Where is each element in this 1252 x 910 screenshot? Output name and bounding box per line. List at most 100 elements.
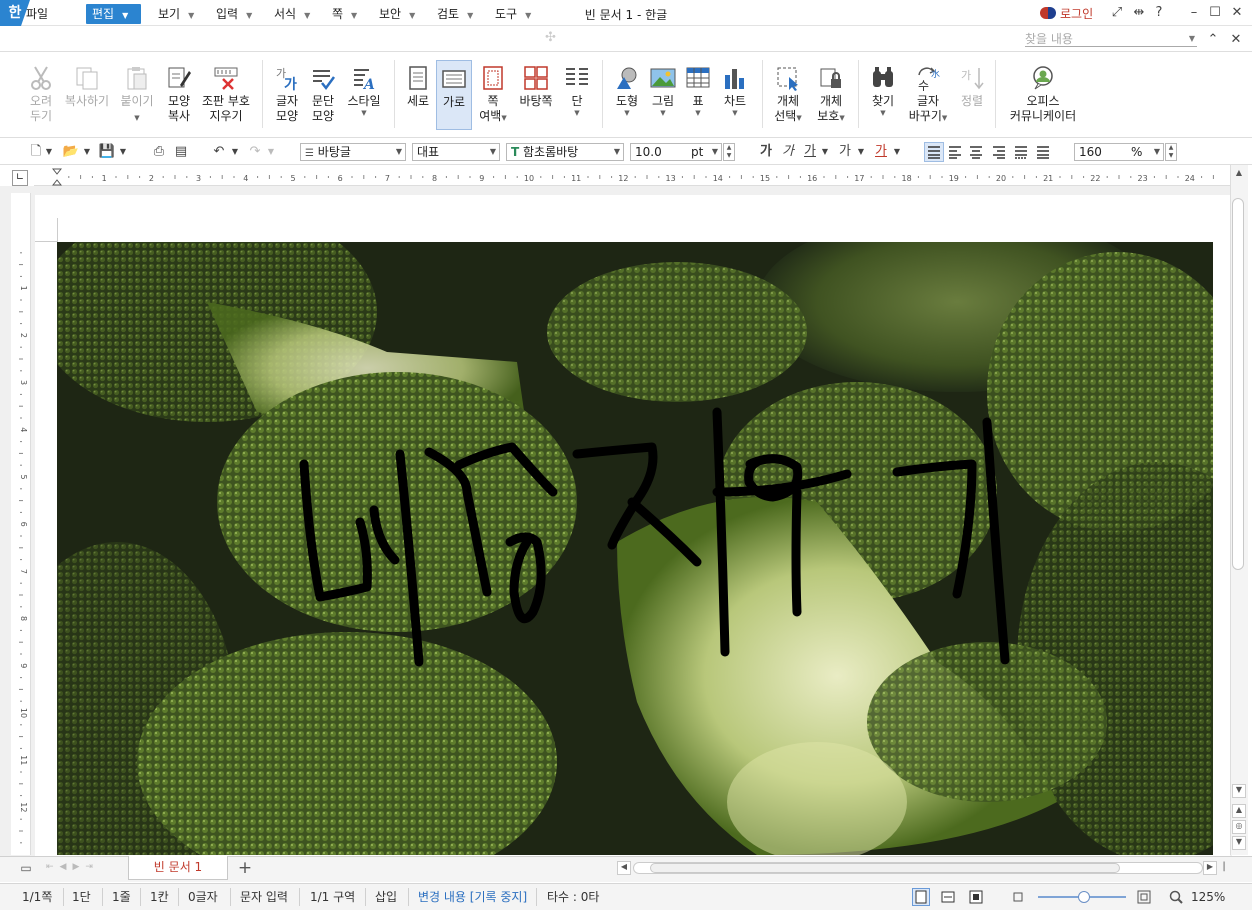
char-shape-button[interactable]: 가가 글자 모양 (270, 60, 304, 130)
scroll-up-icon[interactable]: ▲ (1232, 168, 1246, 182)
zoom-select[interactable]: 160% ▼ (1074, 143, 1164, 161)
menu-insert[interactable]: 입력 ▼ (210, 4, 258, 24)
collapse-ribbon-icon[interactable]: ⌃ (1204, 31, 1222, 49)
style-select[interactable]: ☰ 바탕글 ▼ (300, 143, 406, 161)
shape-button[interactable]: 도형 ▼ (610, 60, 644, 130)
undo-icon[interactable]: ↶ (210, 144, 228, 160)
puzzle-icon[interactable]: ✣ (545, 30, 563, 48)
new-doc-icon[interactable]: 🗋 (28, 144, 44, 160)
zoom-slider-thumb[interactable] (1078, 891, 1090, 903)
zoom-spinner[interactable]: ▲ ▼ (1165, 143, 1177, 161)
cut-button[interactable]: 오려 두기 (24, 60, 58, 130)
font-size-input[interactable]: 10.0 pt ▼ (630, 143, 722, 161)
office-comm-button[interactable]: 오피스 커뮤니케이터 (1005, 60, 1081, 130)
menu-view[interactable]: 보기 ▼ (152, 4, 200, 24)
align-center-button[interactable] (967, 143, 985, 161)
tab-list-icon[interactable]: ▭ (18, 861, 34, 877)
align-right-button[interactable] (990, 143, 1008, 161)
status-track-changes[interactable]: 변경 내용 [기록 중지] (418, 889, 527, 905)
close-icon[interactable]: ✕ (1228, 4, 1246, 22)
magnifier-icon[interactable] (1168, 889, 1186, 907)
italic-button[interactable]: 가 (780, 144, 796, 160)
paste-button[interactable]: 붙이기▼ (118, 60, 156, 130)
open-folder-icon[interactable]: 📂 (62, 144, 80, 160)
scroll-right-icon[interactable]: ▶ (1203, 861, 1217, 875)
status-input-mode[interactable]: 문자 입력 (240, 889, 288, 905)
zoom-out-icon[interactable] (1010, 889, 1028, 907)
broccoli-background-image[interactable] (57, 242, 1213, 855)
strikethrough-button[interactable]: 가 (836, 144, 854, 160)
page-nav-icon[interactable]: ◎ (1232, 820, 1246, 834)
erase-marks-button[interactable]: 조판 부호 지우기 (200, 60, 252, 130)
normal-view-icon[interactable] (912, 888, 930, 906)
find-input[interactable]: 찾을 내용 ▼ (1025, 31, 1197, 47)
bg-page-button[interactable]: 바탕쪽 (516, 60, 556, 130)
align-justify-button[interactable] (924, 142, 944, 162)
status-insert[interactable]: 삽입 (375, 889, 397, 905)
chart-button[interactable]: 차트 ▼ (718, 60, 752, 130)
menu-tools[interactable]: 도구 ▼ (489, 4, 537, 24)
close-doc-icon[interactable]: ✕ (1227, 31, 1245, 49)
menu-security[interactable]: 보안 ▼ (373, 4, 421, 24)
status-zoom[interactable]: 125% (1191, 889, 1225, 905)
chevron-down-icon[interactable]: ▼ (118, 144, 128, 160)
split-handle-icon[interactable]: | (1219, 861, 1229, 875)
menu-edit[interactable]: 편집 ▼ (86, 4, 141, 24)
menu-format[interactable]: 서식 ▼ (268, 4, 316, 24)
margins-button[interactable]: 쪽 여백▼ (475, 60, 511, 130)
copy-button[interactable]: 복사하기 (62, 60, 112, 130)
font-size-spinner[interactable]: ▲ ▼ (723, 143, 735, 161)
indent-marker[interactable] (51, 168, 63, 186)
split-icon[interactable]: ⇹ (1130, 4, 1148, 22)
chevron-down-icon[interactable]: ▼ (82, 144, 92, 160)
tab-navigation-icons[interactable]: ⇤◀▶⇥ (46, 862, 126, 876)
page-down-icon[interactable]: ▼ (1232, 836, 1246, 850)
menu-page[interactable]: 쪽 ▼ (326, 4, 363, 24)
align-button[interactable]: 가 정렬 (956, 60, 988, 130)
chevron-down-icon[interactable]: ▼ (892, 144, 902, 160)
language-select[interactable]: 대표 ▼ (412, 143, 500, 161)
preview-icon[interactable]: ▤ (172, 144, 190, 160)
page-up-icon[interactable]: ▲ (1232, 804, 1246, 818)
table-button[interactable]: 표 ▼ (683, 60, 713, 130)
scrollbar-thumb[interactable] (1232, 198, 1244, 570)
print-icon[interactable]: ⎙ (150, 144, 168, 160)
obj-select-button[interactable]: 개체 선택▼ (770, 60, 806, 130)
para-shape-button[interactable]: 문단 모양 (306, 60, 340, 130)
landscape-button[interactable]: 가로 (436, 60, 472, 130)
align-left-button[interactable] (946, 143, 964, 161)
picture-button[interactable]: 그림 ▼ (646, 60, 680, 130)
find-button[interactable]: 찾기 ▼ (866, 60, 900, 130)
bold-button[interactable]: 가 (758, 144, 774, 160)
add-tab-icon[interactable]: + (236, 858, 254, 878)
format-copy-button[interactable]: 모양 복사 (160, 60, 198, 130)
chevron-down-icon[interactable]: ▼ (266, 144, 276, 160)
fit-width-icon[interactable] (940, 889, 958, 907)
fullscreen-icon[interactable]: ⤢ (1108, 4, 1126, 22)
style-button[interactable]: A 스타일 ▼ (343, 60, 385, 130)
portrait-button[interactable]: 세로 (402, 60, 434, 130)
menu-review[interactable]: 검토 ▼ (431, 4, 479, 24)
save-icon[interactable]: 💾 (98, 144, 116, 160)
scroll-down-icon[interactable]: ▼ (1232, 784, 1246, 798)
zoom-in-icon[interactable] (1136, 889, 1154, 907)
align-distribute-button[interactable] (1012, 143, 1030, 161)
login-button[interactable]: 로그인 (1040, 5, 1093, 21)
replace-button[interactable]: 수水 글자 바꾸기▼ (906, 60, 950, 130)
vertical-ruler[interactable]: 1 2 3 4 5 6 7 8 9 10 11 12 (11, 193, 31, 855)
chevron-down-icon[interactable]: ▼ (856, 144, 866, 160)
chevron-down-icon[interactable]: ▼ (44, 144, 54, 160)
font-color-button[interactable]: 가 (872, 144, 890, 160)
align-divide-button[interactable] (1034, 143, 1052, 161)
full-page-icon[interactable] (968, 889, 986, 907)
chevron-down-icon[interactable]: ▼ (820, 144, 830, 160)
menu-file[interactable]: 파일 (20, 4, 54, 24)
underline-button[interactable]: 가 (802, 144, 818, 160)
help-icon[interactable]: ? (1150, 4, 1168, 22)
redo-icon[interactable]: ↷ (246, 144, 264, 160)
chevron-down-icon[interactable]: ▼ (230, 144, 240, 160)
columns-button[interactable]: 단 ▼ (562, 60, 592, 130)
tab-document-1[interactable]: 빈 문서 1 (128, 856, 228, 880)
horizontal-ruler[interactable]: 1 2 3 4 5 6 7 8 9 10 11 12 13 14 15 16 17 18 19 20 21 22 23 24 (34, 168, 1230, 186)
scroll-left-icon[interactable]: ◀ (617, 861, 631, 875)
